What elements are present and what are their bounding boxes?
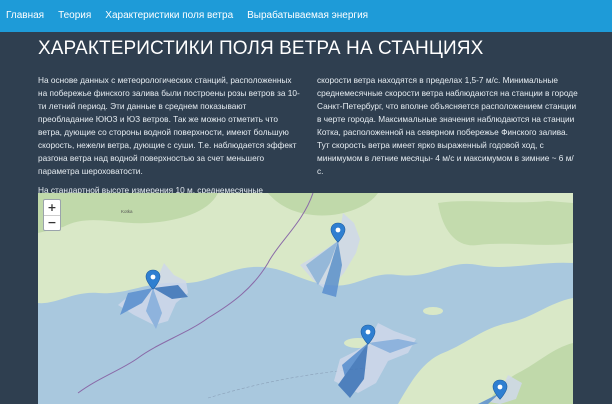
nav-theory[interactable]: Теория bbox=[51, 0, 98, 32]
forest-area bbox=[438, 201, 573, 246]
text-column-right: скорости ветра находятся в пределах 1,5-… bbox=[317, 74, 579, 184]
top-navbar: Главная Теория Характеристики поля ветра… bbox=[0, 0, 612, 32]
nav-wind-characteristics[interactable]: Характеристики поля ветра bbox=[98, 0, 240, 32]
nav-generated-energy[interactable]: Вырабатываемая энергия bbox=[240, 0, 375, 32]
page-title: ХАРАКТЕРИСТИКИ ПОЛЯ ВЕТРА НА СТАНЦИЯХ bbox=[38, 38, 484, 59]
intro-paragraph: На основе данных с метеорологических ста… bbox=[38, 75, 300, 176]
zoom-out-button[interactable]: − bbox=[44, 215, 60, 230]
zoom-in-button[interactable]: + bbox=[44, 200, 60, 215]
nav-home[interactable]: Главная bbox=[0, 0, 51, 32]
wind-rose-map[interactable]: Kotka + − bbox=[38, 193, 573, 404]
height-paragraph-continued: скорости ветра находятся в пределах 1,5-… bbox=[317, 75, 578, 176]
text-column-left: На основе данных с метеорологических ста… bbox=[38, 74, 302, 203]
zoom-control: + − bbox=[43, 199, 61, 231]
map-place-label: Kotka bbox=[121, 209, 133, 214]
map-canvas bbox=[38, 193, 573, 404]
island bbox=[423, 307, 443, 315]
